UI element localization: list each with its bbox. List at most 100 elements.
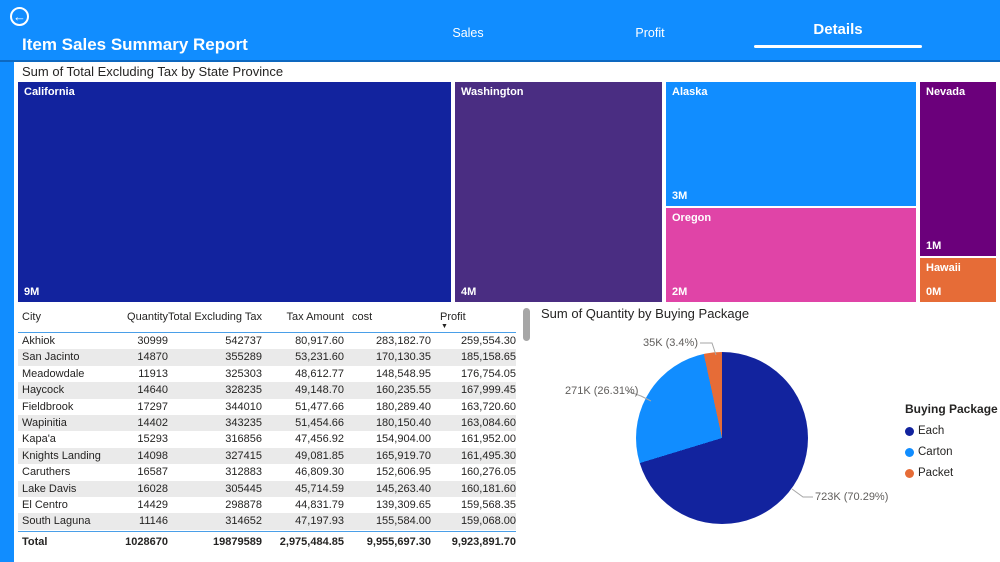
table-cell: 161,495.30 <box>460 449 516 462</box>
table-cell: 152,606.95 <box>375 466 431 479</box>
table-row[interactable]: Knights Landing 14098 327415 49,081.85 165,9… <box>18 447 516 465</box>
treemap-block-value: 2M <box>672 286 688 298</box>
column-header-profit-label: Profit <box>440 311 466 323</box>
back-button[interactable]: ← <box>10 7 29 26</box>
table-header-row: City Quantity Total Excluding Tax Tax Am… <box>18 307 516 333</box>
legend-item-carton[interactable]: Carton <box>905 446 998 458</box>
table-row[interactable]: South Laguna 11146 314652 47,197.93 155,584.… <box>18 513 516 530</box>
tab-profit[interactable]: Profit <box>600 26 700 40</box>
table-cell: 15293 <box>137 433 168 446</box>
total-value: 2,975,484.85 <box>279 535 344 548</box>
table-cell: 180,150.40 <box>375 416 431 429</box>
table-row[interactable]: Fieldbrook 17297 344010 51,477.66 180,289.40… <box>18 399 516 415</box>
pie-label-each: 723K (70.29%) <box>815 491 889 503</box>
table-cell: 80,917.60 <box>295 335 344 347</box>
table-cell: 53,231.60 <box>295 351 344 364</box>
table-cell: Haycock <box>22 384 65 397</box>
pie-chart[interactable] <box>636 352 808 524</box>
table-cell: 44,831.79 <box>295 498 344 511</box>
table-row[interactable]: Lake Davis 16028 305445 45,714.59 145,263.40… <box>18 480 516 497</box>
treemap-block-nevada[interactable]: Nevada 1M <box>920 82 996 256</box>
table-cell: 139,309.65 <box>375 498 431 511</box>
table-cell: 145,263.40 <box>375 482 431 495</box>
table-cell: 30999 <box>137 335 168 347</box>
treemap-block-value: 0M <box>926 286 942 298</box>
table-cell: 49,081.85 <box>295 449 344 462</box>
table-cell: 165,919.70 <box>375 449 431 462</box>
column-header-cost[interactable]: cost <box>344 307 431 324</box>
table-row[interactable]: Caruthers 16587 312883 46,809.30 152,606.95 1… <box>18 464 516 480</box>
table-row[interactable]: Wapinitia 14402 343235 51,454.66 180,150.40 1… <box>18 414 516 432</box>
table-cell: 160,276.05 <box>460 466 516 479</box>
treemap-block-hawaii[interactable]: Hawaii 0M <box>920 258 996 302</box>
treemap-block-value: 3M <box>672 190 688 202</box>
table-cell: Meadowdale <box>22 367 85 380</box>
table-scrollbar-thumb[interactable] <box>523 308 530 341</box>
table-cell: 14870 <box>137 351 168 364</box>
treemap-block-value: 1M <box>926 240 942 252</box>
table-cell: 176,754.05 <box>460 367 516 380</box>
table-total-row: Total 1028670 19879589 2,975,484.85 9,955,69… <box>18 530 516 549</box>
treemap-block-california[interactable]: California 9M <box>18 82 451 302</box>
treemap-block-name: Nevada <box>926 86 966 98</box>
table-cell: 305445 <box>225 482 262 495</box>
treemap-block-name: Washington <box>461 86 524 98</box>
treemap-chart: California 9M Washington 4M Alaska 3M Or… <box>18 82 996 302</box>
pie-chart-title: Sum of Quantity by Buying Package <box>541 306 750 321</box>
total-value: 19879589 <box>213 535 262 548</box>
table-cell: Caruthers <box>22 466 71 479</box>
table-cell: Knights Landing <box>22 449 101 462</box>
table-cell: 47,197.93 <box>295 515 344 528</box>
table-cell: San Jacinto <box>22 351 80 364</box>
column-header-quantity[interactable]: Quantity <box>124 307 168 324</box>
table-cell: 343235 <box>225 416 262 429</box>
table-cell: 283,182.70 <box>375 335 431 347</box>
pie-label-packet: 35K (3.4%) <box>642 337 698 349</box>
table-row[interactable]: Kapa'a 15293 316856 47,456.92 154,904.00 161,… <box>18 431 516 447</box>
table-row[interactable]: Meadowdale 11913 325303 48,612.77 148,548.95… <box>18 366 516 382</box>
table-cell: Kapa'a <box>22 433 56 446</box>
page-title: Item Sales Summary Report <box>22 35 248 54</box>
table-cell: 148,548.95 <box>375 367 431 380</box>
table-cell: Fieldbrook <box>22 400 74 413</box>
report-page: ← Item Sales Summary Report Sales Profit… <box>0 0 1000 562</box>
tab-sales[interactable]: Sales <box>420 26 516 40</box>
treemap-block-oregon[interactable]: Oregon 2M <box>666 208 916 302</box>
table-cell: Wapinitia <box>22 416 67 429</box>
tab-details[interactable]: Details <box>754 21 922 48</box>
table-cell: 16587 <box>137 466 168 479</box>
pie-legend: Buying Package Each Carton Packet <box>905 402 998 479</box>
table-cell: El Centro <box>22 498 68 511</box>
legend-label-each: Each <box>918 425 945 437</box>
table-row[interactable]: Akhiok 30999 542737 80,917.60 283,182.70 259,… <box>18 333 516 349</box>
table-cell: 314652 <box>225 515 262 528</box>
tab-sales-label: Sales <box>452 26 484 40</box>
table-cell: Akhiok <box>22 335 56 347</box>
sort-descending-icon: ▼ <box>441 323 448 330</box>
treemap-block-name: California <box>24 86 75 98</box>
legend-item-packet[interactable]: Packet <box>905 467 998 479</box>
column-header-tax-amount[interactable]: Tax Amount <box>262 307 344 324</box>
table-row[interactable]: San Jacinto 14870 355289 53,231.60 170,130.3… <box>18 349 516 366</box>
table-row[interactable]: Haycock 14640 328235 49,148.70 160,235.55 167… <box>18 382 516 399</box>
table-cell: 163,720.60 <box>460 400 516 413</box>
table-body: Akhiok 30999 542737 80,917.60 283,182.70 259,… <box>18 333 516 530</box>
treemap-block-name: Hawaii <box>926 262 961 274</box>
treemap-block-washington[interactable]: Washington 4M <box>455 82 662 302</box>
treemap-block-value: 4M <box>461 286 477 298</box>
table-cell: 14429 <box>137 498 168 511</box>
column-header-city[interactable]: City <box>18 307 124 324</box>
table-cell: 160,235.55 <box>375 384 431 397</box>
table-cell: 47,456.92 <box>295 433 344 446</box>
table-cell: 344010 <box>225 400 262 413</box>
legend-dot-each <box>905 426 914 436</box>
table-cell: 312883 <box>225 466 262 479</box>
table-cell: Lake Davis <box>22 482 77 495</box>
table-cell: 14402 <box>137 416 168 429</box>
legend-item-each[interactable]: Each <box>905 425 998 437</box>
column-header-profit[interactable]: Profit ▼ <box>431 307 516 330</box>
treemap-block-alaska[interactable]: Alaska 3M <box>666 82 916 206</box>
table-row[interactable]: El Centro 14429 298878 44,831.79 139,309.65 1… <box>18 497 516 513</box>
table-cell: 298878 <box>225 498 262 511</box>
column-header-total-excluding-tax[interactable]: Total Excluding Tax <box>168 307 262 324</box>
